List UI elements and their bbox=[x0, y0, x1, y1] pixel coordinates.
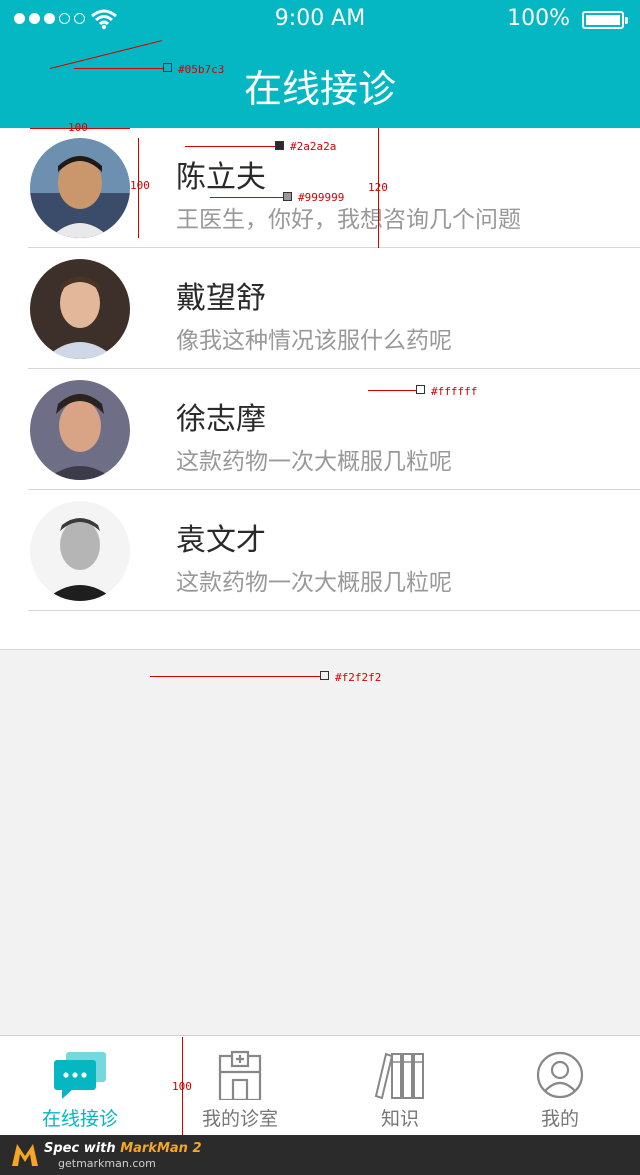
tab-label: 知识 bbox=[380, 1108, 419, 1130]
profile-icon bbox=[536, 1051, 584, 1099]
annotation-row-height: 120 bbox=[368, 181, 388, 194]
divider bbox=[28, 368, 640, 369]
annotation-avatar-width: 100 bbox=[68, 121, 88, 134]
patient-list: 陈立夫 王医生，你好，我想咨询几个问题 戴望舒 像我这种情况该服什么药呢 徐志摩 bbox=[0, 128, 640, 650]
footer-title-prefix: Spec with bbox=[44, 1141, 121, 1156]
tab-online-consult[interactable]: 在线接诊 bbox=[0, 1036, 160, 1136]
patient-row[interactable]: 戴望舒 像我这种情况该服什么药呢 bbox=[0, 249, 640, 369]
patient-name: 徐志摩 bbox=[176, 402, 266, 437]
tab-knowledge[interactable]: 知识 bbox=[320, 1036, 480, 1136]
divider bbox=[28, 610, 640, 611]
footer-title: Spec with MarkMan 2 bbox=[44, 1141, 202, 1156]
annotation-msg-color: #999999 bbox=[298, 191, 345, 204]
avatar bbox=[30, 259, 130, 359]
patient-message: 王医生，你好，我想咨询几个问题 bbox=[176, 207, 521, 233]
patient-message: 这款药物一次大概服几粒呢 bbox=[176, 449, 452, 475]
tab-label: 我的诊室 bbox=[201, 1108, 278, 1130]
tab-bar: 在线接诊 我的诊室 知识 我的 bbox=[0, 1035, 640, 1135]
divider bbox=[28, 247, 640, 248]
tab-label: 在线接诊 bbox=[41, 1108, 118, 1130]
markman-footer: Spec with MarkMan 2 getmarkman.com bbox=[0, 1135, 640, 1175]
annotation-nav-color: #05b7c3 bbox=[178, 63, 225, 76]
patient-row[interactable]: 袁文才 这款药物一次大概服几粒呢 bbox=[0, 491, 640, 611]
patient-name: 戴望舒 bbox=[176, 281, 266, 316]
books-icon bbox=[374, 1052, 424, 1100]
chat-icon bbox=[54, 1052, 106, 1099]
avatar bbox=[30, 138, 130, 238]
annotation-list-bg: #ffffff bbox=[431, 385, 478, 398]
annotation-page-bg: #f2f2f2 bbox=[335, 671, 382, 684]
markman-logo-icon bbox=[12, 1144, 38, 1166]
avatar bbox=[30, 501, 130, 601]
annotation-name-color: #2a2a2a bbox=[290, 140, 337, 153]
battery-percent: 100% bbox=[507, 6, 570, 31]
navigation-bar: 在线接诊 bbox=[0, 40, 640, 128]
tab-label: 我的 bbox=[540, 1108, 579, 1130]
divider bbox=[28, 489, 640, 490]
annotation-avatar-height: 100 bbox=[130, 179, 150, 192]
patient-row[interactable]: 徐志摩 这款药物一次大概服几粒呢 bbox=[0, 370, 640, 490]
battery-icon bbox=[582, 11, 628, 29]
clinic-icon bbox=[218, 1050, 262, 1100]
patient-message: 像我这种情况该服什么药呢 bbox=[176, 328, 452, 354]
footer-url[interactable]: getmarkman.com bbox=[58, 1157, 156, 1170]
status-bar: 9:00 AM 100% bbox=[0, 0, 640, 40]
tab-profile[interactable]: 我的 bbox=[480, 1036, 640, 1136]
footer-brand: MarkMan 2 bbox=[120, 1141, 202, 1156]
page-title: 在线接诊 bbox=[243, 67, 396, 111]
patient-name: 袁文才 bbox=[176, 523, 266, 558]
patient-message: 这款药物一次大概服几粒呢 bbox=[176, 570, 452, 596]
avatar bbox=[30, 380, 130, 480]
annotation-tabbar-height: 100 bbox=[172, 1080, 192, 1093]
patient-name: 陈立夫 bbox=[176, 160, 266, 195]
